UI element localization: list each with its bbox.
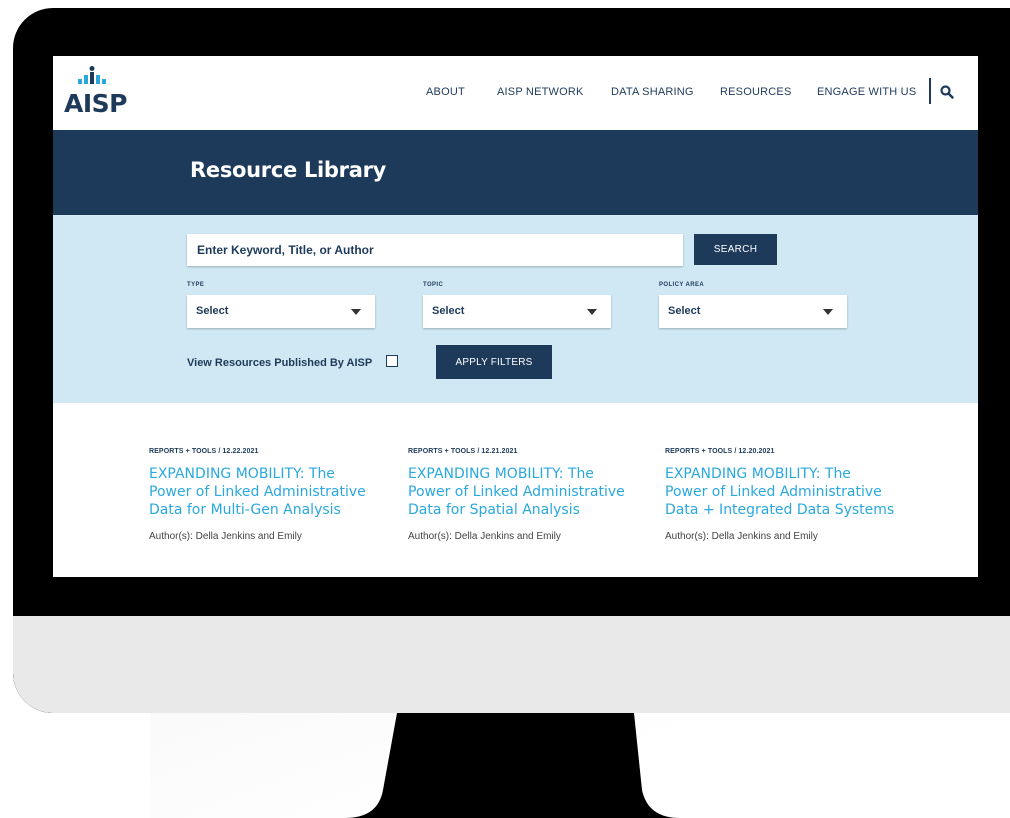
page-banner: Resource Library [53,130,978,215]
logo-text: AISP [64,89,127,118]
caret-down-icon [351,309,361,315]
resource-meta: REPORTS + TOOLS / 12.22.2021 [149,448,259,455]
topic-select[interactable]: Select [423,295,611,328]
aisp-logo[interactable]: AISP [64,66,134,122]
apply-filters-button[interactable]: APPLY FILTERS [436,345,552,379]
resource-card: REPORTS + TOOLS / 12.20.2021 EXPANDING M… [665,448,895,542]
topic-label: TOPIC [423,282,444,288]
monitor-chin [13,616,1010,713]
resource-authors: Author(s): Della Jenkins and Emily [665,531,818,542]
resource-meta: REPORTS + TOOLS / 12.21.2021 [408,448,518,455]
page-title: Resource Library [190,158,387,182]
nav-divider [929,78,931,104]
policy-area-select[interactable]: Select [659,295,847,328]
aisp-published-label: View Resources Published By AISP [187,357,373,369]
resource-title-link[interactable]: EXPANDING MOBILITY: The Power of Linked … [149,465,379,519]
caret-down-icon [823,309,833,315]
topic-select-value: Select [432,305,465,317]
filter-panel: SEARCH TYPE Select TOPIC Select POLICY A… [53,215,978,403]
nav-aisp-network[interactable]: AISP NETWORK [497,86,584,98]
resource-title-link[interactable]: EXPANDING MOBILITY: The Power of Linked … [665,465,895,519]
nav-resources[interactable]: RESOURCES [720,86,791,98]
type-select-value: Select [196,305,229,317]
search-input[interactable] [187,234,683,266]
resource-card: REPORTS + TOOLS / 12.21.2021 EXPANDING M… [408,448,638,542]
logo-bars-icon [78,66,106,84]
nav-about[interactable]: ABOUT [426,86,465,98]
resource-authors: Author(s): Della Jenkins and Emily [408,531,561,542]
site-header: AISP ABOUT AISP NETWORK DATA SHARING RES… [53,56,978,130]
resource-meta: REPORTS + TOOLS / 12.20.2021 [665,448,775,455]
browser-screen: AISP ABOUT AISP NETWORK DATA SHARING RES… [53,56,978,577]
resource-title-link[interactable]: EXPANDING MOBILITY: The Power of Linked … [408,465,638,519]
policy-area-select-value: Select [668,305,701,317]
search-button[interactable]: SEARCH [694,234,777,265]
resource-card: REPORTS + TOOLS / 12.22.2021 EXPANDING M… [149,448,379,542]
caret-down-icon [587,309,597,315]
type-select[interactable]: Select [187,295,375,328]
aisp-published-checkbox[interactable] [386,355,398,367]
nav-data-sharing[interactable]: DATA SHARING [611,86,694,98]
resource-authors: Author(s): Della Jenkins and Emily [149,531,302,542]
search-icon[interactable] [940,85,954,99]
nav-engage-with-us[interactable]: ENGAGE WITH US [817,86,916,98]
policy-area-label: POLICY AREA [659,282,705,288]
results-list: REPORTS + TOOLS / 12.22.2021 EXPANDING M… [53,403,978,577]
type-label: TYPE [187,282,205,288]
